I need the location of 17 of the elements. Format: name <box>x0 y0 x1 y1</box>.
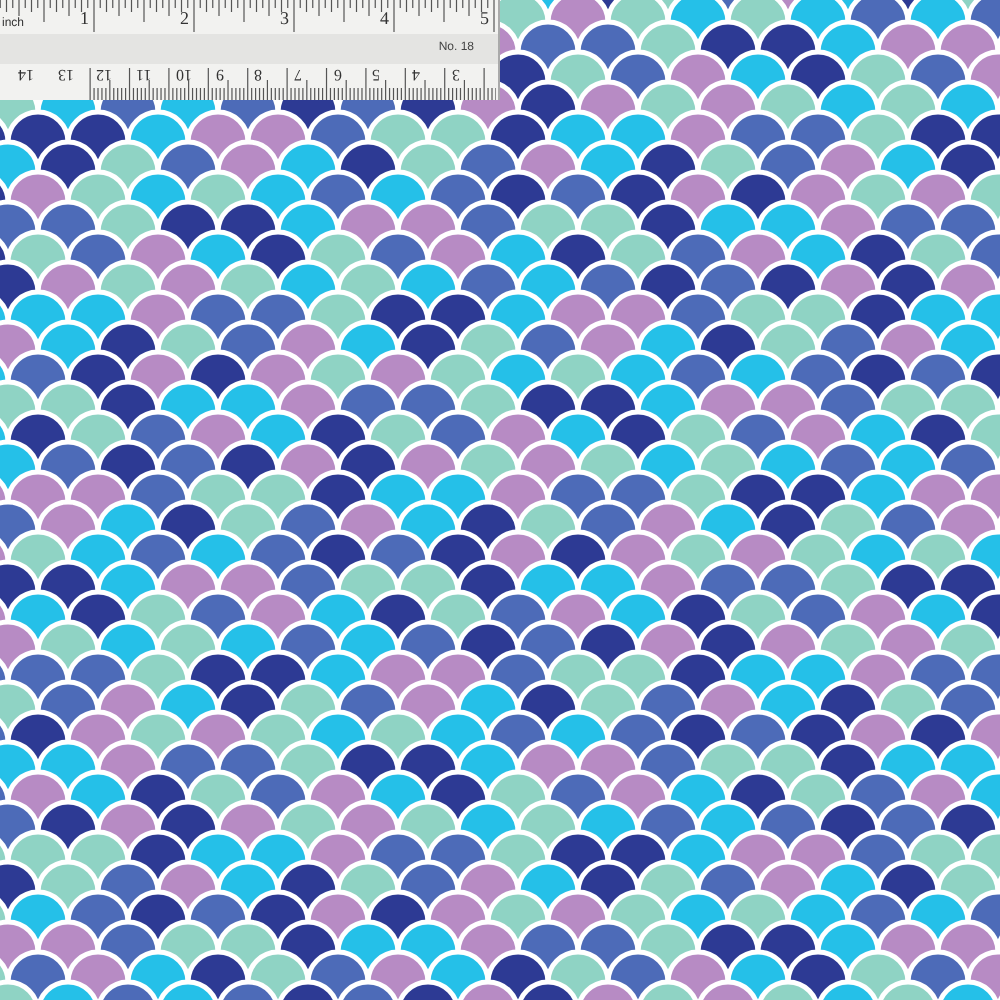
cm-number: 13 <box>57 66 74 82</box>
inch-number: 4 <box>380 10 389 28</box>
inch-number: 3 <box>280 10 289 28</box>
cm-number: 11 <box>136 66 152 82</box>
cm-number: 8 <box>254 66 263 82</box>
inch-number: 2 <box>180 10 189 28</box>
cm-number: 5 <box>372 66 381 82</box>
cm-number: 9 <box>215 66 223 82</box>
cm-number: 7 <box>293 66 302 82</box>
cm-number: 6 <box>333 66 342 82</box>
cm-number: 3 <box>451 66 460 82</box>
cm-number: 12 <box>96 66 113 82</box>
cm-number: 10 <box>175 66 192 82</box>
inch-number: 5 <box>480 10 489 28</box>
cm-number: 4 <box>412 66 420 82</box>
inch-number: 1 <box>80 10 89 28</box>
cm-number: 14 <box>18 66 34 82</box>
